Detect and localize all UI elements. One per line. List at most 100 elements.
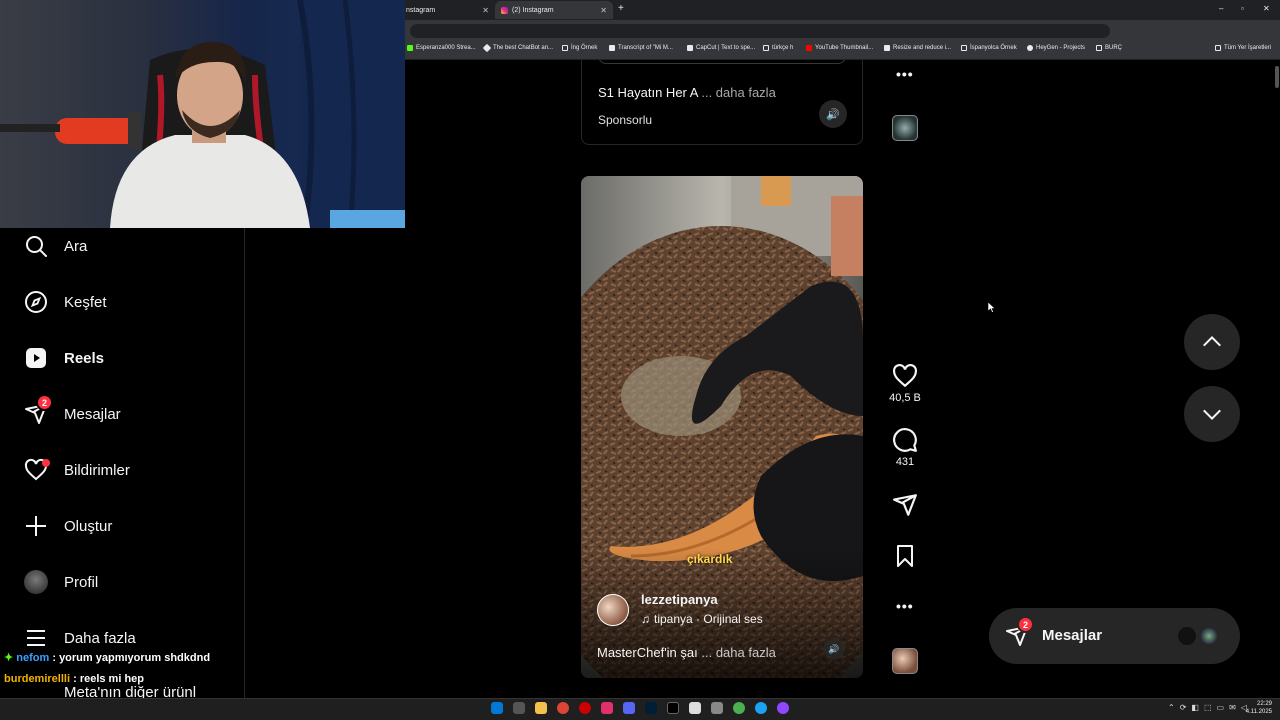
all-bookmarks-folder[interactable]: Tüm Yer İşaretleri xyxy=(1215,45,1271,51)
sidebar-item-reels[interactable]: Reels xyxy=(24,343,104,373)
system-tray-icons[interactable]: ⌃⟳◧⬚▭✉◁ xyxy=(1168,703,1252,712)
current-reel[interactable]: çıkardık lezzetipanya ♫ tipanya · Orijin… xyxy=(581,176,863,678)
messages-pill[interactable]: 2 Mesajlar xyxy=(989,608,1240,664)
sidebar-item-explore[interactable]: Keşfet xyxy=(24,287,107,317)
chrome-active-icon[interactable] xyxy=(733,702,745,714)
menu-icon xyxy=(24,626,48,650)
sidebar-item-label: Profil xyxy=(64,573,99,591)
reels-icon xyxy=(24,346,48,370)
share-button[interactable] xyxy=(885,492,925,518)
heart-icon xyxy=(893,363,917,388)
bookmark-item[interactable]: HeyGen - Projects xyxy=(1027,45,1085,51)
sidebar-item-profile[interactable]: Profil xyxy=(24,567,98,597)
sidebar-item-search[interactable]: Ara xyxy=(24,231,87,261)
more-options-icon[interactable]: ••• xyxy=(896,598,914,614)
messenger-icon: 2 xyxy=(24,394,53,426)
chrome-icon[interactable] xyxy=(557,702,569,714)
bookmark-item[interactable]: YouTube Thumbnail... xyxy=(806,45,873,51)
browser-tab-active[interactable]: (2) Instagram ✕ xyxy=(495,1,613,19)
instagram-icon[interactable] xyxy=(601,702,613,714)
sidebar-item-messages[interactable]: 2 Mesajlar xyxy=(24,394,121,429)
audio-toggle-icon[interactable]: 🔊 xyxy=(823,638,845,660)
sidebar-item-more[interactable]: Daha fazla xyxy=(24,623,136,653)
messages-label: Mesajlar xyxy=(1042,627,1103,644)
chat-message: burdemirellli : reels mi hep xyxy=(4,673,144,685)
more-link[interactable]: ... daha fazla xyxy=(701,85,775,100)
sidebar-item-label: Bildirimler xyxy=(64,461,130,479)
bookmark-item[interactable]: CapCut | Text to spe... xyxy=(687,45,755,51)
url-field[interactable] xyxy=(410,24,1110,38)
new-tab-icon[interactable]: + xyxy=(618,3,624,14)
like-count: 40,5 B xyxy=(889,392,921,404)
opera-icon[interactable] xyxy=(579,702,591,714)
notification-badge: 2 xyxy=(36,394,53,411)
bookmark-item[interactable]: Transcript of "Mi M... xyxy=(609,45,673,51)
photoshop-icon[interactable] xyxy=(645,702,657,714)
clock-time: 22:29 xyxy=(1256,701,1272,707)
discord-icon[interactable] xyxy=(623,702,635,714)
chat-username: burdemirellli xyxy=(4,673,71,685)
reel-caption[interactable]: MasterChef'in şaı ... daha fazla xyxy=(597,645,776,660)
save-button[interactable] xyxy=(885,544,925,568)
sponsored-label: Sponsorlu xyxy=(598,113,653,127)
reel-caption[interactable]: S1 Hayatın Her A ... daha fazla xyxy=(598,85,776,100)
sidebar-item-label: Mesajlar xyxy=(64,405,121,423)
tab-title: (2) Instagram xyxy=(512,6,554,14)
next-reel-button[interactable] xyxy=(1184,386,1240,442)
like-button[interactable]: 40,5 B xyxy=(885,363,925,404)
bookmark-folder[interactable]: BURÇ xyxy=(1096,45,1122,51)
notification-badge: 2 xyxy=(1017,616,1034,633)
notification-dot xyxy=(42,459,50,467)
creator-username[interactable]: lezzetipanya xyxy=(641,592,718,607)
obs-icon[interactable] xyxy=(711,702,723,714)
twitch-icon[interactable] xyxy=(777,702,789,714)
start-icon[interactable] xyxy=(491,702,503,714)
bookmark-folder[interactable]: İspanyolca Örnek xyxy=(961,45,1017,51)
audio-thumbnail[interactable] xyxy=(892,115,918,141)
capcut-icon[interactable] xyxy=(689,702,701,714)
sidebar-item-create[interactable]: Oluştur xyxy=(24,511,112,541)
more-options-icon[interactable]: ••• xyxy=(896,66,914,82)
audio-thumbnail[interactable] xyxy=(892,648,918,674)
close-tab-icon[interactable]: ✕ xyxy=(482,6,489,15)
windows-taskbar xyxy=(0,698,1280,720)
minimize-icon[interactable]: – xyxy=(1219,4,1223,13)
bookmark-item[interactable]: Esperanza000 Strea... xyxy=(407,45,476,51)
chat-username: nefom xyxy=(16,652,50,664)
scrollbar[interactable] xyxy=(1274,60,1280,698)
chat-badge-icon: ✦ xyxy=(4,652,14,664)
system-clock[interactable]: 22:29 4.11.2025 xyxy=(1244,700,1272,716)
task-view-icon[interactable] xyxy=(513,702,525,714)
app-icon[interactable] xyxy=(755,702,767,714)
reel-audio[interactable]: ♫ tipanya · Orijinal ses xyxy=(641,612,763,626)
comment-count: 431 xyxy=(895,456,915,468)
search-icon xyxy=(24,234,48,258)
more-link[interactable]: ... daha fazla xyxy=(701,645,775,660)
file-explorer-icon[interactable] xyxy=(535,702,547,714)
sidebar-item-label: Reels xyxy=(64,349,105,367)
sidebar-item-label: Daha fazla xyxy=(64,629,136,647)
creator-avatar[interactable] xyxy=(597,594,629,626)
sidebar-item-notifications[interactable]: Bildirimler xyxy=(24,455,130,485)
tab-title: nstagram xyxy=(406,6,436,14)
plus-icon xyxy=(24,514,48,538)
bookmark-item[interactable]: Resize and reduce i... xyxy=(884,45,951,51)
chat-message: ✦ nefom : yorum yapmıyorum shdkdnd xyxy=(4,651,210,664)
maximize-icon[interactable]: ▫ xyxy=(1241,4,1244,13)
browser-tab[interactable]: nstagram ✕ xyxy=(400,1,495,19)
bookmark-folder[interactable]: İng Örnek xyxy=(562,45,597,51)
comment-button[interactable]: 431 xyxy=(885,427,925,468)
previous-reel[interactable]: S1 Hayatın Her A ... daha fazla Sponsorl… xyxy=(581,60,863,145)
close-tab-icon[interactable]: ✕ xyxy=(600,6,607,15)
bookmark-item[interactable]: The best ChatBot an... xyxy=(482,43,553,53)
chat-text: : reels mi hep xyxy=(73,673,145,685)
tiktok-icon[interactable] xyxy=(667,702,679,714)
audio-toggle-icon[interactable]: 🔊 xyxy=(819,100,847,128)
bookmark-folder[interactable]: türkçe h xyxy=(763,45,793,51)
avatar xyxy=(24,570,48,594)
close-window-icon[interactable]: ✕ xyxy=(1263,4,1270,13)
previous-reel-button[interactable] xyxy=(1184,314,1240,370)
compass-icon xyxy=(24,290,48,314)
avatar xyxy=(1198,625,1220,647)
chevron-up-icon xyxy=(1203,335,1221,347)
